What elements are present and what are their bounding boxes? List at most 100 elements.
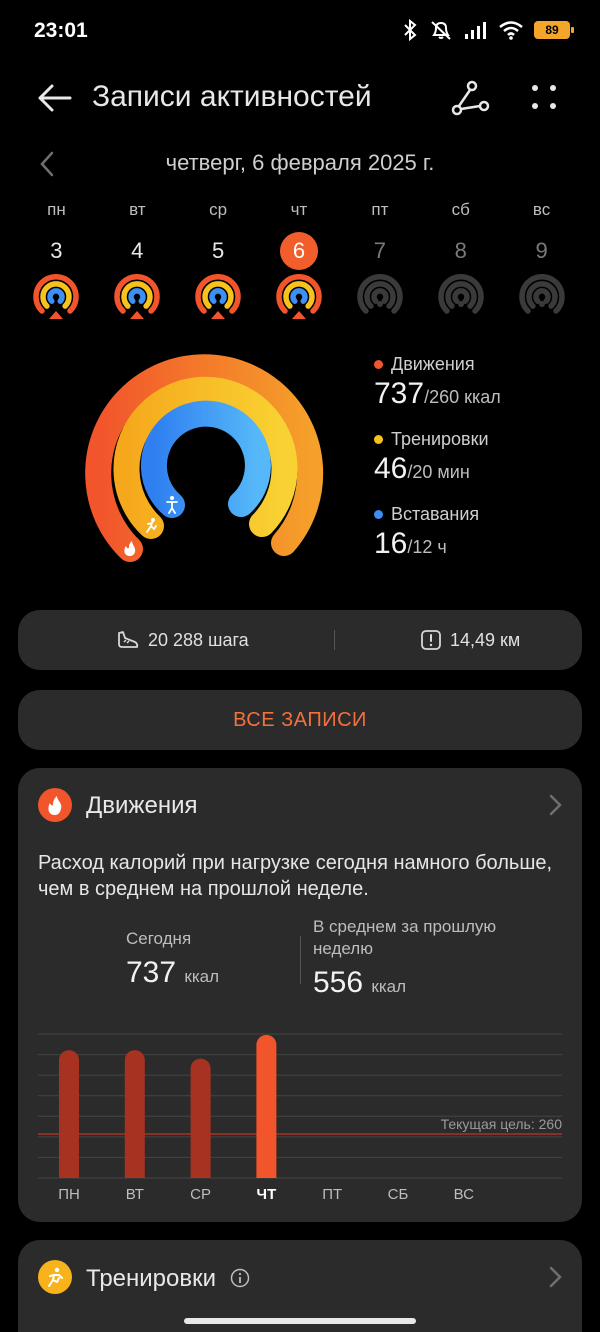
- mini-ring-arc: [202, 281, 234, 309]
- distance-value: 14,49 км: [450, 629, 521, 650]
- back-arrow-icon[interactable]: [34, 78, 74, 118]
- metric-divider: [300, 936, 301, 984]
- steps-value: 20 288 шага: [148, 629, 249, 650]
- x-tick-label: СБ: [388, 1186, 409, 1203]
- chart-bar: [256, 1034, 277, 1178]
- day-item[interactable]: вс 9: [501, 200, 582, 320]
- mini-rings-icon: [438, 274, 484, 314]
- legend-move[interactable]: Движения 737/260 ккал: [374, 354, 594, 429]
- stats-divider: [334, 630, 335, 650]
- wifi-icon: [499, 21, 523, 40]
- x-tick-label: ВС: [454, 1186, 475, 1203]
- day-abbr: вс: [532, 200, 551, 219]
- x-tick-label: ВТ: [126, 1186, 144, 1203]
- distance-stat[interactable]: 14,49 км: [420, 610, 520, 670]
- legend-value: 46: [374, 452, 408, 485]
- status-time: 23:01: [34, 19, 88, 42]
- day-number: 3: [50, 238, 63, 263]
- day-number: 7: [373, 238, 386, 263]
- move-card[interactable]: Движения Расход калорий при нагрузке сег…: [18, 768, 582, 1222]
- day-number: 5: [212, 238, 225, 263]
- legend-value: 16: [374, 527, 408, 560]
- calorie-chart[interactable]: Текущая цель: 260 ПН ВТ СР ЧТ ПТ СБ ВС: [18, 1018, 582, 1218]
- stats-card: 20 288 шага 14,49 км: [18, 610, 582, 670]
- day-abbr: пн: [47, 200, 66, 219]
- status-bar: 23:01 89: [0, 0, 600, 60]
- mini-rings-icon: [276, 274, 322, 319]
- mini-ring-arc: [532, 288, 551, 304]
- more-options-icon[interactable]: [524, 78, 564, 118]
- mini-ring-tip: [130, 311, 145, 319]
- activity-rings[interactable]: [84, 348, 330, 572]
- mini-ring-arc: [371, 288, 389, 304]
- day-item[interactable]: чт 6: [259, 200, 340, 320]
- calorie-summary: Расход калорий при нагрузке сегодня намн…: [38, 852, 553, 900]
- running-icon: [38, 1260, 72, 1294]
- stand-ring: [141, 400, 271, 518]
- mini-ring-arc: [121, 281, 153, 309]
- chart-bar: [124, 1050, 145, 1178]
- legend-exercise[interactable]: Тренировки 46/20 мин: [374, 429, 594, 504]
- day-abbr: чт: [290, 200, 308, 219]
- card-title: Тренировки: [86, 1265, 217, 1292]
- mini-ring-arc: [128, 288, 146, 304]
- day-number: 8: [454, 238, 467, 263]
- mini-ring-tip: [292, 311, 306, 319]
- today-metric: Сегодня 737 ккал: [126, 928, 219, 990]
- x-tick-label: СР: [190, 1186, 211, 1203]
- day-item[interactable]: пн 3: [16, 200, 97, 320]
- day-abbr: вт: [129, 200, 146, 219]
- mini-ring-tip: [211, 311, 226, 319]
- average-value: 556: [313, 966, 364, 999]
- legend-title: Вставания: [391, 504, 480, 524]
- legend-value: 737: [374, 377, 425, 410]
- card-title: Движения: [86, 792, 198, 819]
- average-metric: В среднем за прошлую неделю 556 ккал: [313, 916, 533, 1000]
- mini-ring-arc: [290, 288, 308, 304]
- legend-title: Тренировки: [391, 429, 489, 449]
- all-records-button[interactable]: ВСЕ ЗАПИСИ: [18, 690, 582, 750]
- mini-rings-icon: [357, 274, 403, 314]
- page-title: Записи активностей: [92, 80, 372, 113]
- chart-bar: [59, 1050, 79, 1178]
- signal-icon: [465, 22, 486, 39]
- mini-ring-arc: [40, 281, 73, 309]
- app-bar: Записи активностей: [0, 70, 600, 124]
- mini-ring-tip: [49, 311, 64, 319]
- mini-ring-tip: [376, 301, 383, 307]
- mini-ring-tip: [538, 301, 545, 307]
- day-abbr: ср: [209, 200, 228, 219]
- x-tick-label: ПН: [58, 1186, 80, 1203]
- day-abbr: сб: [451, 200, 470, 219]
- distance-icon: [421, 630, 441, 650]
- exercise-dot: [374, 435, 383, 444]
- shoe-icon: [118, 631, 139, 648]
- steps-stat[interactable]: 20 288 шага: [116, 610, 249, 670]
- legend-title: Движения: [391, 354, 475, 374]
- day-item[interactable]: пт 7: [339, 200, 420, 320]
- day-abbr: пт: [371, 200, 389, 219]
- day-item[interactable]: вт 4: [97, 200, 178, 320]
- selected-date[interactable]: четверг, 6 февраля 2025 г.: [0, 150, 600, 176]
- share-route-icon[interactable]: [450, 78, 490, 118]
- day-item[interactable]: сб 8: [420, 200, 501, 320]
- chevron-right-icon[interactable]: [546, 1264, 564, 1290]
- info-icon[interactable]: [230, 1268, 250, 1288]
- mini-ring-arc: [452, 288, 470, 304]
- mini-ring-arc: [209, 288, 227, 304]
- day-number: 6: [280, 232, 318, 270]
- week-strip: пн 3 вт 4 ср 5 чт 6 пт 7 сб 8 вс 9: [16, 200, 582, 320]
- x-tick-label: ЧТ: [257, 1186, 277, 1203]
- legend-goal: /260 ккал: [424, 387, 501, 407]
- legend-stand[interactable]: Вставания 16/12 ч: [374, 504, 594, 579]
- mini-rings-icon: [114, 274, 160, 319]
- day-item[interactable]: ср 5: [178, 200, 259, 320]
- mini-rings-icon: [33, 274, 80, 319]
- move-dot: [374, 360, 383, 369]
- today-label: Сегодня: [126, 929, 192, 948]
- average-unit: ккал: [371, 977, 407, 996]
- mute-alarm-icon: [431, 21, 451, 40]
- flame-icon: [38, 788, 72, 822]
- gesture-handle[interactable]: [184, 1318, 416, 1324]
- chevron-right-icon[interactable]: [546, 792, 564, 818]
